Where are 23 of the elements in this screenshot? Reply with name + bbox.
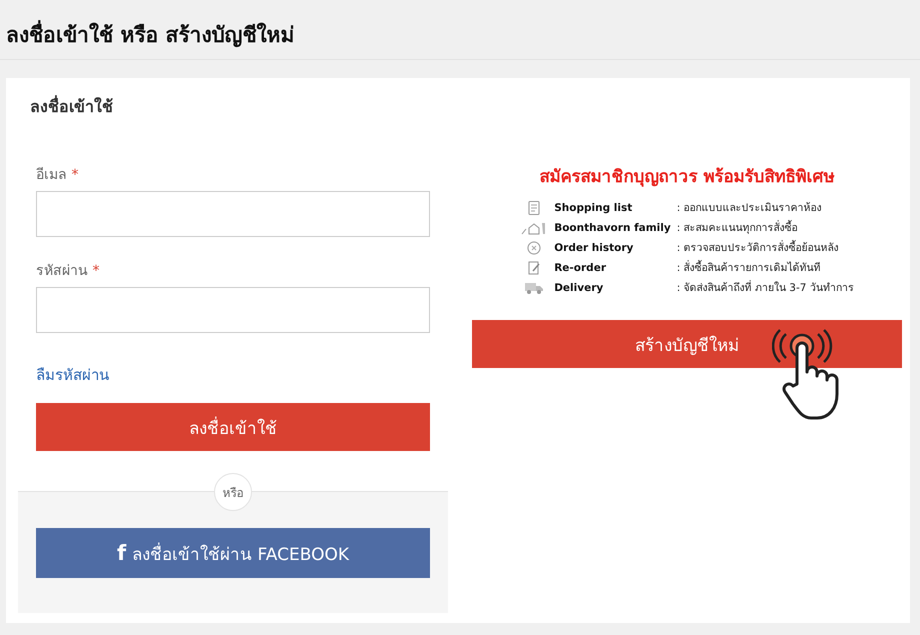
benefit-name: Boonthavorn family [554,222,671,234]
truck-icon [524,280,544,294]
benefit-description: : ตรวจสอบประวัติการสั่งซื้อย้อนหลัง [676,239,840,256]
facebook-login-button[interactable]: f ลงชื่อเข้าใช้ผ่าน FACEBOOK [36,528,430,578]
benefit-name: Order history [554,242,634,254]
benefit-description: : จัดส่งสินค้าถึงที่ ภายใน 3-7 วันทำการ [676,279,854,296]
email-field[interactable] [36,191,430,237]
promo-headline: สมัครสมาชิกบุญถาวร พร้อมรับสิทธิพิเศษ [540,166,834,189]
benefit-name: Shopping list [554,202,634,214]
create-account-button[interactable]: สร้างบัญชีใหม่ [472,320,902,368]
benefit-name: Re-order [554,262,607,274]
benefit-description: : สะสมคะแนนทุกการสั่งซื้อ [676,219,799,236]
benefit-name: Delivery [554,282,604,294]
section-heading: ลงชื่อเข้าใช้ [30,94,113,118]
field-label: อีเมล * [36,166,78,185]
field-label: รหัสผ่าน * [36,262,100,281]
benefit-description: : ออกแบบและประเมินราคาห้อง [676,201,823,216]
clipboard-icon [526,200,542,216]
login-button[interactable]: ลงชื่อเข้าใช้ [36,403,430,451]
forgot-password-link[interactable]: ลืมรหัสผ่าน [36,363,109,387]
password-field[interactable] [36,287,430,333]
benefit-description: : สั่งซื้อสินค้ารายการเดิมได้ทันที [676,259,822,276]
page-title: ลงชื่อเข้าใช้ หรือ สร้างบัญชีใหม่ [6,18,295,51]
